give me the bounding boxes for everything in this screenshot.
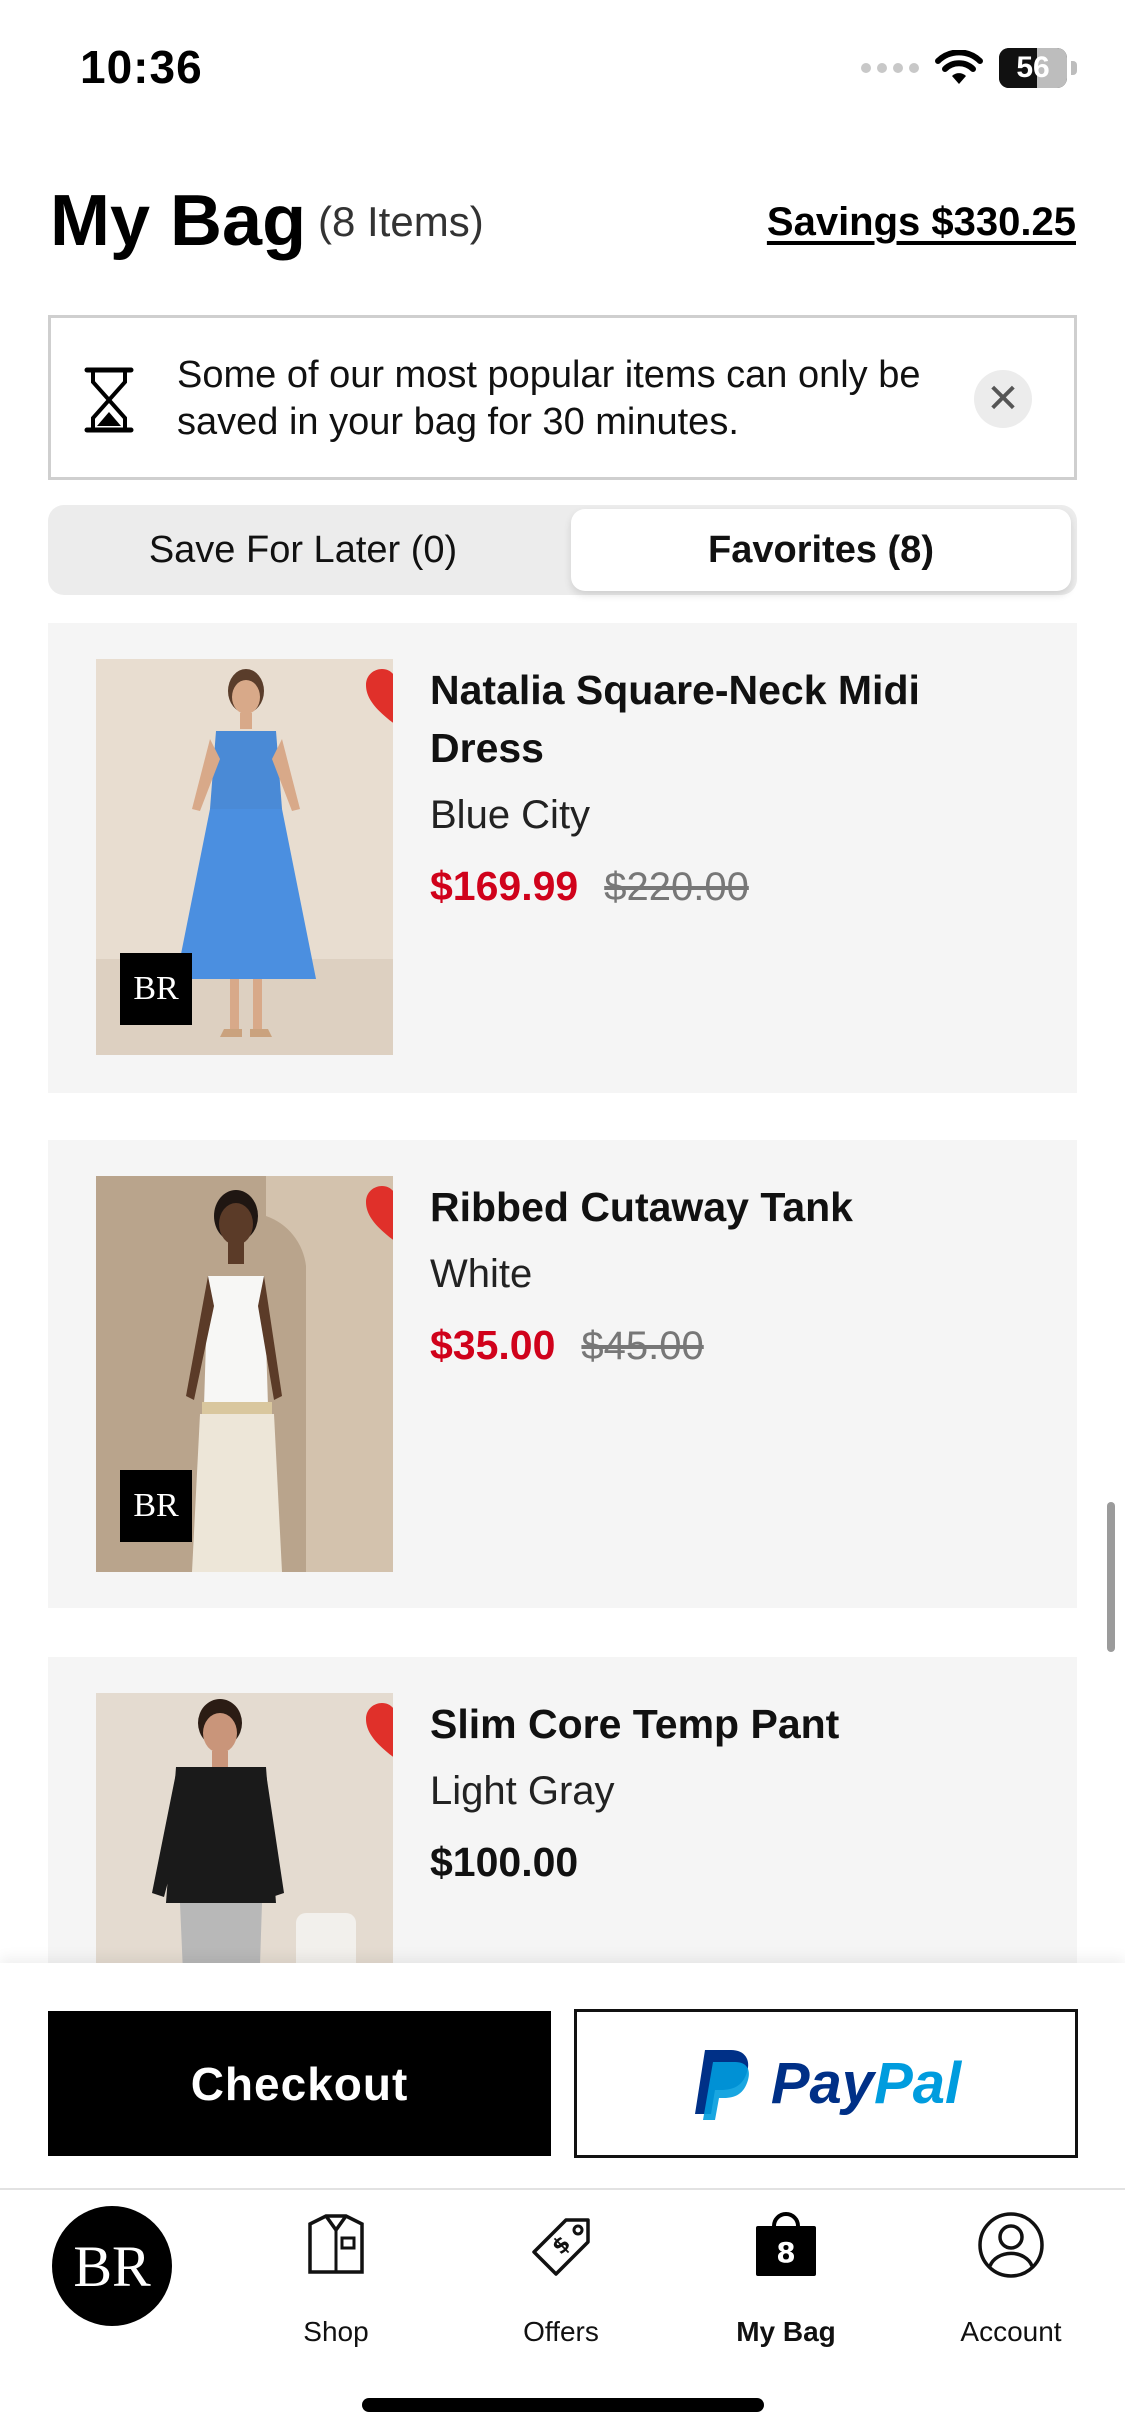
bag-header: My Bag (8 Items) Savings $330.25 [50, 180, 1076, 270]
nav-label: Shop [303, 2316, 369, 2347]
notice-text: Some of our most popular items can only … [177, 354, 921, 443]
product-color: Blue City [430, 793, 591, 837]
reservation-notice: Some of our most popular items can only … [48, 315, 1077, 480]
tab-save-for-later[interactable]: Save For Later (0) [48, 505, 558, 595]
sale-price: $169.99 [430, 863, 579, 909]
nav-my-bag[interactable]: 8 My Bag [706, 2212, 866, 2352]
battery-tip [1071, 61, 1077, 75]
item-count: (8 Items) [318, 198, 484, 245]
product-name[interactable]: Ribbed Cutaway Tank [430, 1178, 990, 1236]
tag-icon: $ [532, 2218, 590, 2276]
product-prices: $169.99 $220.00 [430, 863, 749, 910]
nav-offers[interactable]: $ Offers [481, 2212, 641, 2352]
nav-label: Offers [523, 2316, 599, 2347]
brand-badge: BR [120, 953, 192, 1025]
original-price: $220.00 [604, 865, 749, 909]
nav-label: My Bag [736, 2316, 836, 2347]
product-prices: $35.00 $45.00 [430, 1322, 704, 1369]
page-title: My Bag [50, 181, 307, 261]
close-icon[interactable]: ✕ [974, 370, 1032, 428]
status-bar: 10:36 56 [0, 0, 1125, 140]
paypal-button[interactable]: PayPal [574, 2009, 1078, 2158]
savings-link[interactable]: Savings $330.25 [767, 200, 1076, 245]
home-indicator[interactable] [362, 2398, 764, 2412]
checkout-button[interactable]: Checkout [48, 2011, 551, 2156]
scrollbar[interactable] [1107, 1502, 1115, 1652]
product-price: $100.00 [430, 1839, 579, 1885]
br-home-logo[interactable]: BR [52, 2206, 172, 2326]
hourglass-icon [84, 367, 134, 433]
favorite-heart-icon[interactable] [364, 667, 393, 727]
cellular-signal-icon [861, 63, 919, 73]
bag-icon: 8 [756, 2212, 816, 2276]
product-image[interactable]: BR [96, 659, 393, 1055]
favorite-heart-icon[interactable] [364, 1184, 393, 1244]
product-image[interactable] [96, 1693, 393, 1967]
paypal-pal-text: Pal [874, 2051, 962, 2116]
product-card[interactable]: Slim Core Temp Pant Light Gray $100.00 [48, 1657, 1077, 1967]
paypal-pay-text: Pay [770, 2051, 875, 2116]
bag-tabs: Save For Later (0) Favorites (8) [48, 505, 1077, 595]
account-icon [978, 2212, 1044, 2278]
brand-badge: BR [120, 1470, 192, 1542]
bag-count-badge: 8 [776, 2236, 795, 2269]
checkout-area: Checkout PayPal [0, 1963, 1125, 2188]
status-icons: 56 [861, 48, 1077, 88]
original-price: $45.00 [581, 1324, 704, 1368]
product-name[interactable]: Slim Core Temp Pant [430, 1695, 990, 1753]
paypal-wordmark: PayPal [771, 2050, 961, 2117]
nav-shop[interactable]: Shop [256, 2212, 416, 2352]
product-name[interactable]: Natalia Square-Neck Midi Dress [430, 661, 990, 777]
product-color: Light Gray [430, 1769, 615, 1813]
battery-level: 56 [1016, 51, 1050, 84]
product-color: White [430, 1252, 533, 1296]
sale-price: $35.00 [430, 1322, 556, 1368]
product-image[interactable]: BR [96, 1176, 393, 1572]
product-card[interactable]: BR Natalia Square-Neck Midi Dress Blue C… [48, 623, 1077, 1093]
favorite-heart-icon[interactable] [364, 1701, 393, 1761]
shirt-icon [308, 2214, 364, 2274]
product-prices: $100.00 [430, 1839, 578, 1886]
status-time: 10:36 [80, 41, 203, 93]
nav-label: Account [960, 2316, 1062, 2347]
wifi-icon [935, 50, 983, 84]
tab-favorites[interactable]: Favorites (8) [571, 509, 1071, 591]
nav-account[interactable]: Account [931, 2212, 1091, 2352]
product-card[interactable]: BR Ribbed Cutaway Tank White $35.00 $45.… [48, 1140, 1077, 1608]
paypal-logo-icon [694, 2049, 749, 2120]
battery-icon: 56 [999, 48, 1067, 88]
